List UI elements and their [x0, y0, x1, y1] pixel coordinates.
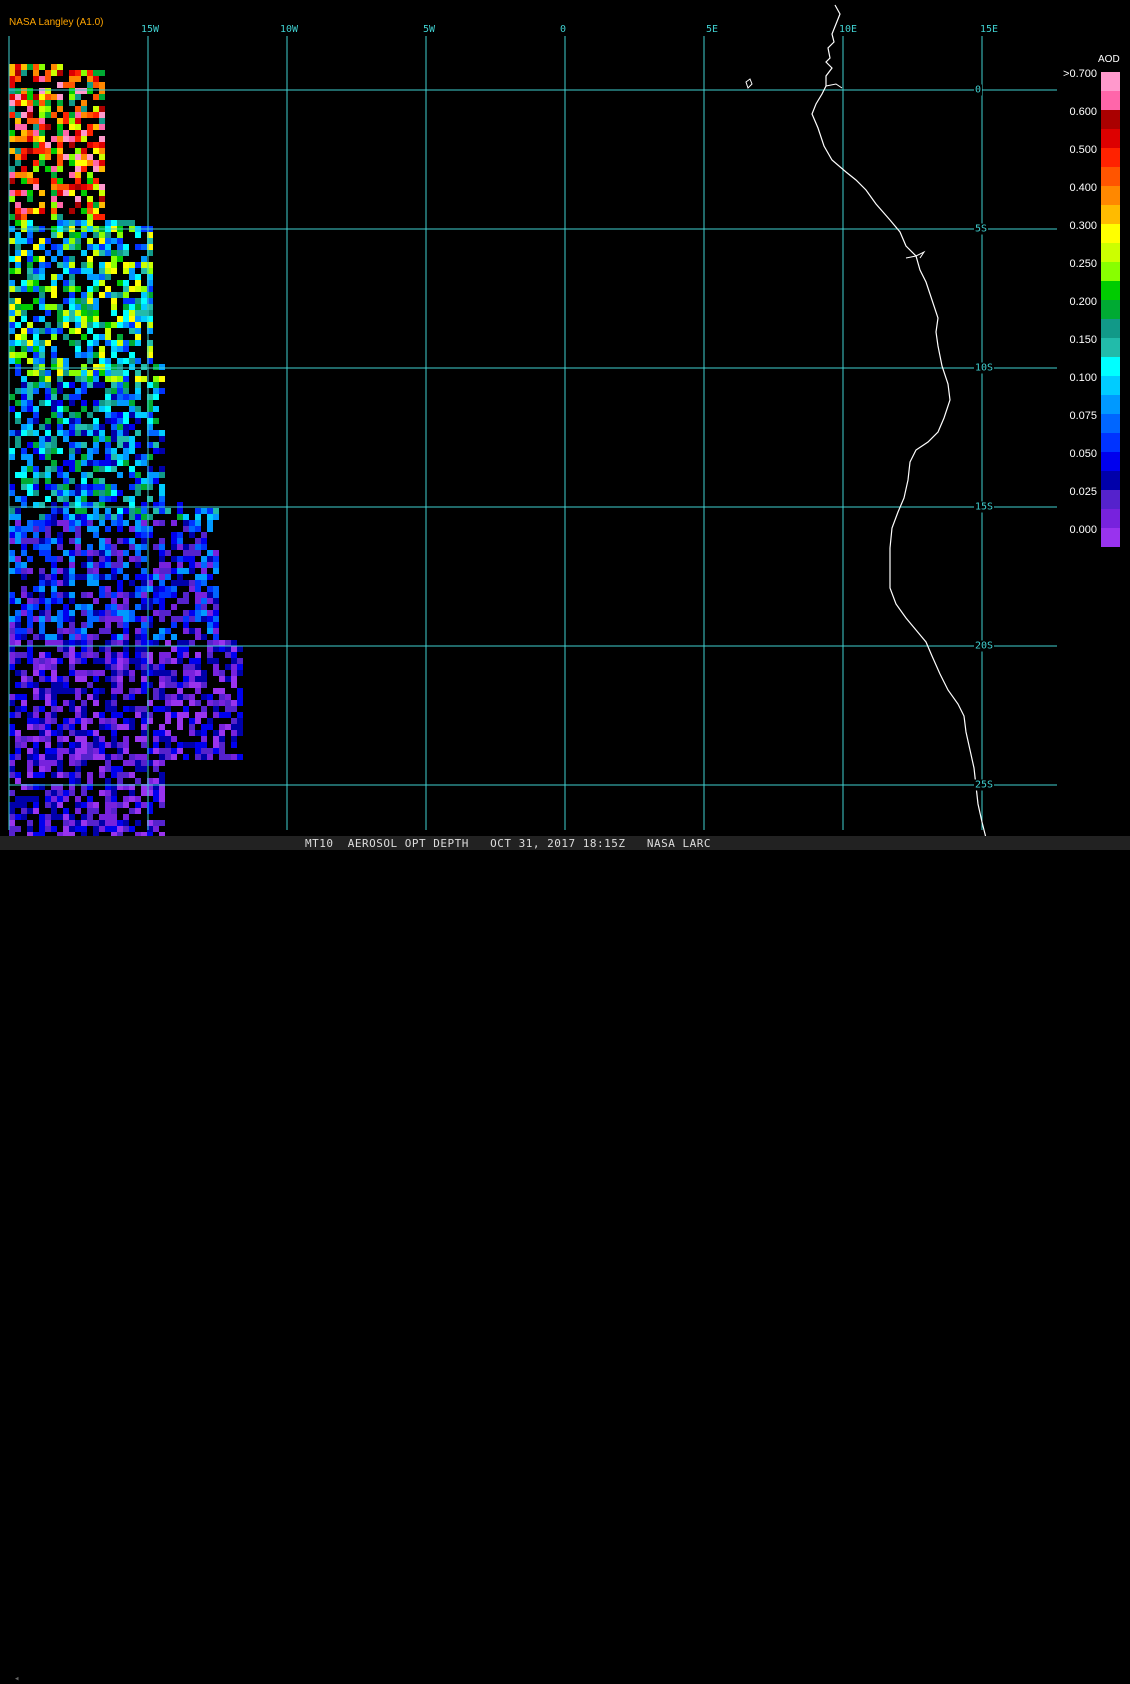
corner-mark-icon: ◂: [14, 1674, 20, 1684]
legend-swatch: [1101, 148, 1120, 167]
lon-label: 10W: [279, 24, 299, 35]
legend-label: >0.700: [1063, 68, 1097, 80]
legend-swatch: [1101, 433, 1120, 452]
lat-label: 5S: [974, 223, 989, 235]
lat-label: 25S: [974, 779, 995, 791]
legend-swatch: [1101, 528, 1120, 547]
legend-swatch: [1101, 471, 1120, 490]
lat-label: 0: [974, 84, 983, 96]
legend-swatch: [1101, 129, 1120, 148]
legend-swatch: [1101, 319, 1120, 338]
legend-label: 0.150: [1069, 334, 1097, 346]
legend-swatch: [1101, 357, 1120, 376]
lon-label: 15W: [140, 24, 160, 35]
legend-label: 0.600: [1069, 106, 1097, 118]
legend-swatch: [1101, 395, 1120, 414]
legend-swatch: [1101, 338, 1120, 357]
legend-label: 0.050: [1069, 448, 1097, 460]
legend-swatch: [1101, 167, 1120, 186]
lon-label: 10E: [838, 24, 858, 35]
status-bar: ◂ MT10 AEROSOL OPT DEPTH OCT 31, 2017 18…: [0, 836, 1130, 1684]
legend-swatch: [1101, 110, 1120, 129]
african-coastline: [811, 4, 987, 839]
lon-label: 5W: [422, 24, 436, 35]
legend-label: 0.400: [1069, 182, 1097, 194]
lat-label: 10S: [974, 362, 995, 374]
credit-label: NASA Langley (A1.0): [9, 17, 104, 28]
legend-swatch: [1101, 243, 1120, 262]
legend-label: 0.300: [1069, 220, 1097, 232]
legend-swatch: [1101, 509, 1120, 528]
legend-title: AOD: [1098, 54, 1120, 65]
lat-label: 15S: [974, 501, 995, 513]
legend-label: 0.100: [1069, 372, 1097, 384]
legend-swatch: [1101, 452, 1120, 471]
legend-swatch: [1101, 205, 1120, 224]
legend-swatch: [1101, 186, 1120, 205]
legend-swatch: [1101, 300, 1120, 319]
legend-label: 0.200: [1069, 296, 1097, 308]
aerosol-map: [8, 4, 1057, 839]
lon-label: 15E: [979, 24, 999, 35]
legend-swatch: [1101, 72, 1120, 91]
legend-label: 0.500: [1069, 144, 1097, 156]
bioko-island: [745, 78, 753, 89]
legend-swatch: [1101, 281, 1120, 300]
legend-label: 0.000: [1069, 524, 1097, 536]
lon-label: 5E: [705, 24, 719, 35]
legend-label: 0.075: [1069, 410, 1097, 422]
legend-colorbar: [1101, 72, 1120, 547]
legend-label: 0.025: [1069, 486, 1097, 498]
lat-label: 20S: [974, 640, 995, 652]
legend-swatch: [1101, 376, 1120, 395]
aod-data-layer: [9, 64, 243, 838]
lon-label: 0: [559, 24, 567, 35]
cameroon-bight: [825, 83, 843, 89]
product-caption: MT10 AEROSOL OPT DEPTH OCT 31, 2017 18:1…: [305, 837, 711, 850]
legend-label: 0.250: [1069, 258, 1097, 270]
legend-swatch: [1101, 262, 1120, 281]
legend-swatch: [1101, 91, 1120, 110]
legend-swatch: [1101, 224, 1120, 243]
legend-swatch: [1101, 414, 1120, 433]
legend-swatch: [1101, 490, 1120, 509]
